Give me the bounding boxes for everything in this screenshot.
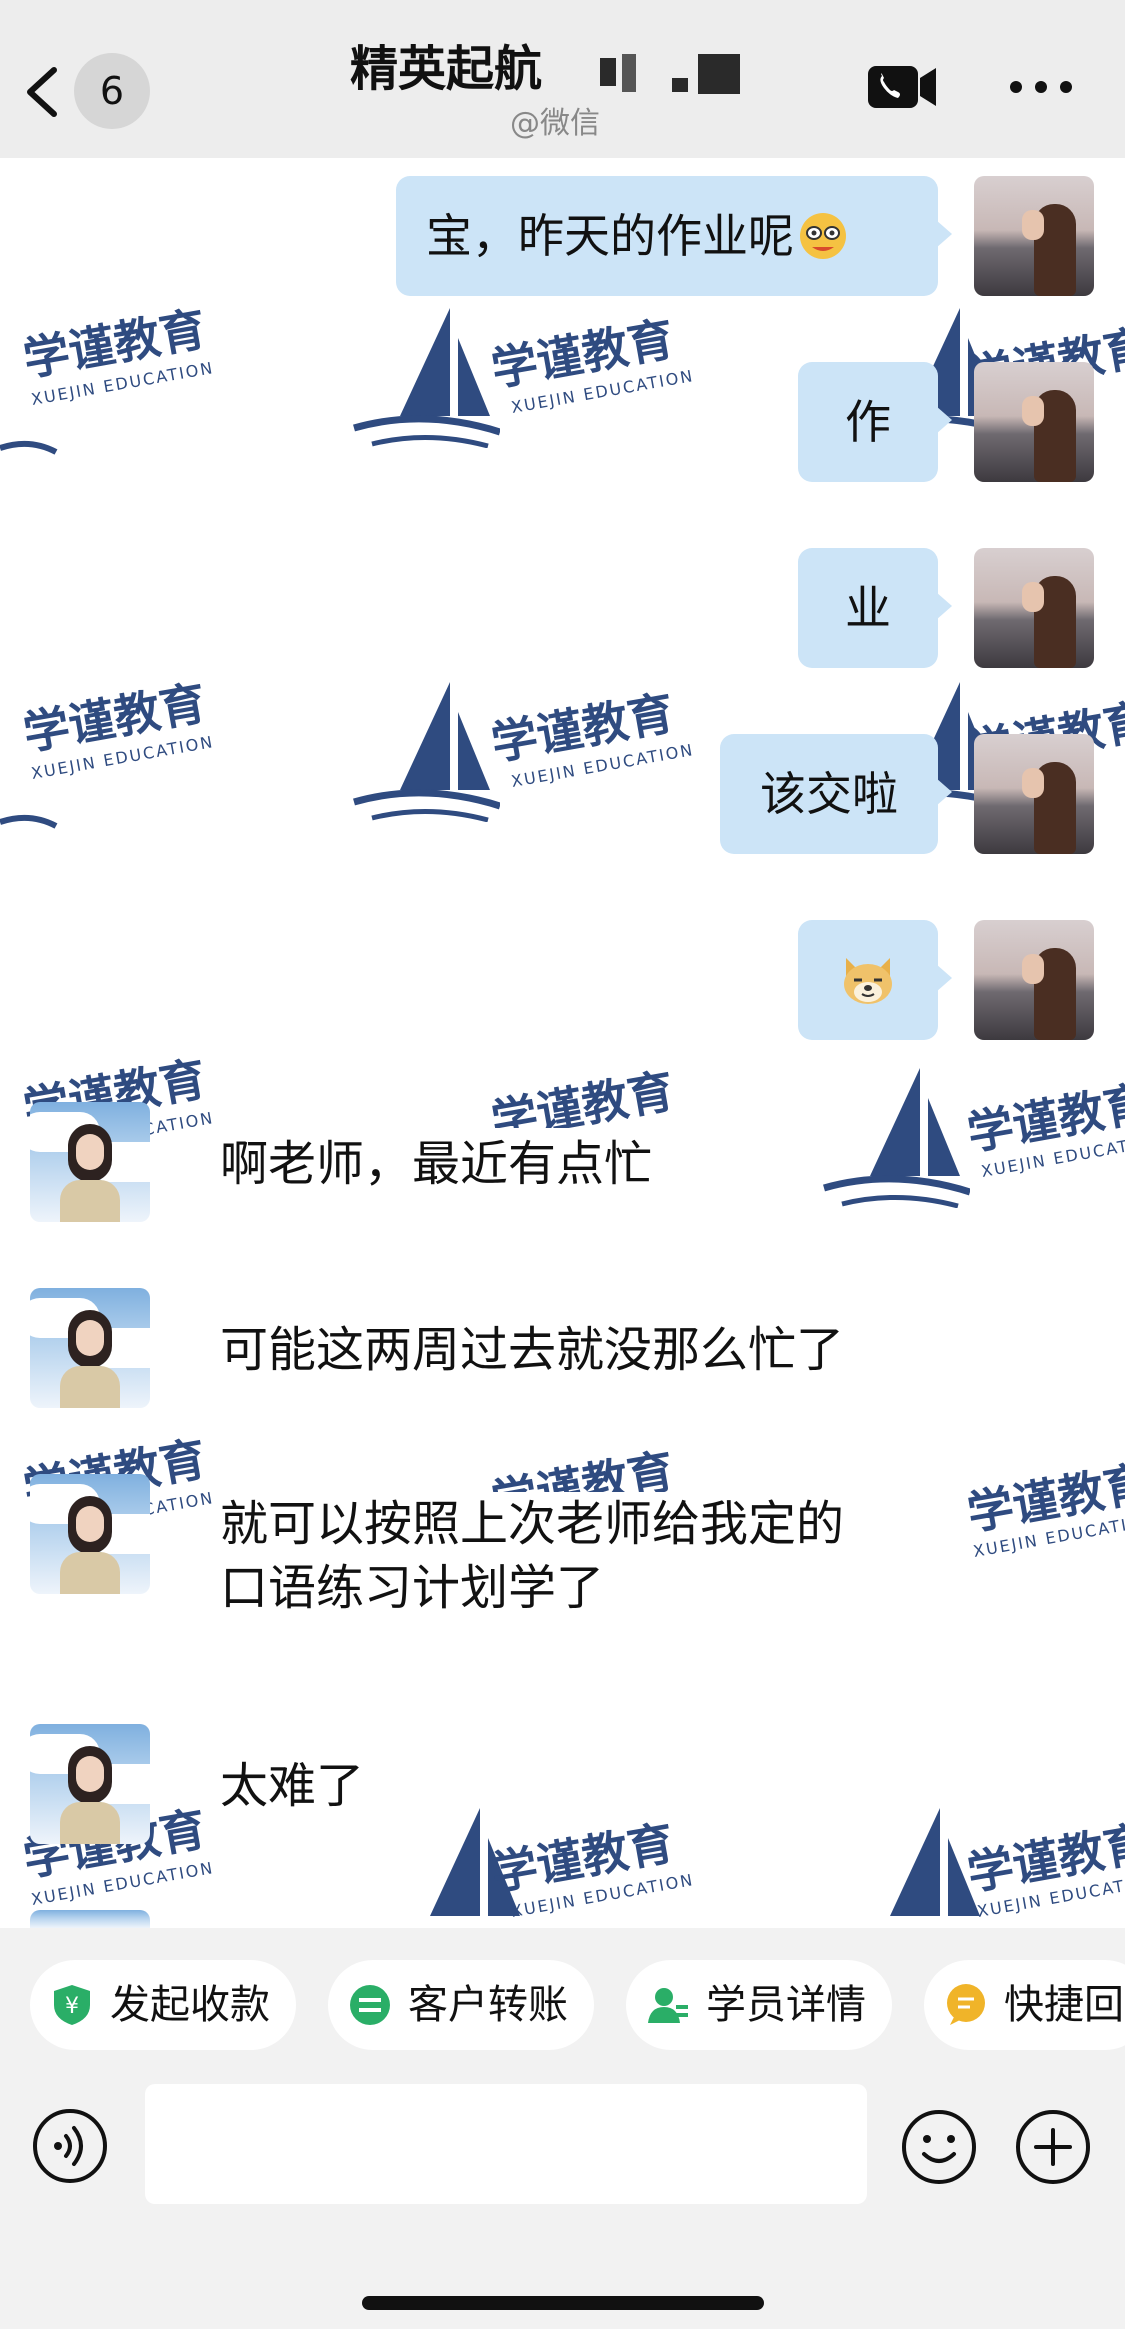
contact-avatar[interactable] xyxy=(30,1910,150,1928)
my-avatar[interactable] xyxy=(974,176,1094,296)
message-text[interactable]: 可能这两周过去就没那么忙了 xyxy=(220,1314,845,1386)
video-call-icon xyxy=(868,66,936,108)
chip-label: 客户转账 xyxy=(408,1982,568,2028)
message-out: 业 xyxy=(0,546,1125,670)
voice-icon xyxy=(33,2109,107,2183)
message-text[interactable]: 就可以按照上次老师给我定的 口语练习计划学了 xyxy=(220,1492,960,1620)
request-payment-chip[interactable]: ¥ 发起收款 xyxy=(30,1960,296,2050)
doge-emoji-icon xyxy=(844,958,892,1004)
my-avatar[interactable] xyxy=(974,548,1094,668)
more-dots-icon xyxy=(1010,81,1072,93)
chip-label: 快捷回 xyxy=(1004,1982,1124,2028)
contact-avatar[interactable] xyxy=(30,1724,150,1844)
quick-reply-chip[interactable]: 快捷回 xyxy=(924,1960,1125,2050)
transfer-icon xyxy=(348,1983,392,2027)
unread-count-badge[interactable]: 6 xyxy=(74,53,150,129)
message-bubble[interactable]: 宝，昨天的作业呢 xyxy=(396,176,952,296)
contact-avatar[interactable] xyxy=(30,1102,150,1222)
smirk-emoji-icon xyxy=(800,213,846,259)
chip-label: 发起收款 xyxy=(110,1982,270,2028)
plus-icon xyxy=(1016,2110,1090,2184)
my-avatar[interactable] xyxy=(974,734,1094,854)
message-input-bar xyxy=(0,2084,1125,2329)
payment-shield-icon: ¥ xyxy=(50,1983,94,2027)
message-text: 作 xyxy=(845,395,891,449)
student-details-chip[interactable]: 学员详情 xyxy=(626,1960,892,2050)
message-out xyxy=(0,918,1125,1042)
smiley-icon xyxy=(902,2110,976,2184)
message-text[interactable]: 太难了 xyxy=(220,1750,365,1822)
student-icon xyxy=(646,1983,690,2027)
message-text: 宝，昨天的作业呢 xyxy=(426,209,794,263)
chat-title: 精英起航 xyxy=(350,41,543,97)
my-avatar[interactable] xyxy=(974,362,1094,482)
contact-avatar[interactable] xyxy=(30,1288,150,1408)
message-out: 作 xyxy=(0,360,1125,484)
more-functions-button[interactable] xyxy=(1014,2108,1092,2186)
message-in: 太难了 xyxy=(0,1722,1125,1846)
redaction-block xyxy=(698,54,740,94)
message-bubble[interactable]: 业 xyxy=(798,548,952,668)
customer-transfer-chip[interactable]: 客户转账 xyxy=(328,1960,594,2050)
chat-subtitle: @微信 xyxy=(510,106,600,141)
svg-text:¥: ¥ xyxy=(65,1994,79,2019)
message-text: 该交啦 xyxy=(760,767,898,821)
back-button[interactable] xyxy=(22,64,62,120)
message-line: 口语练习计划学了 xyxy=(220,1560,605,1616)
message-line: 就可以按照上次老师给我定的 xyxy=(220,1496,845,1552)
contact-avatar[interactable] xyxy=(30,1474,150,1594)
message-in: 就可以按照上次老师给我定的 口语练习计划学了 xyxy=(0,1472,1125,1662)
quick-reply-icon xyxy=(944,1983,988,2027)
message-text: 业 xyxy=(845,581,891,635)
video-call-button[interactable] xyxy=(866,62,938,112)
message-text[interactable]: 啊老师，最近有点忙 xyxy=(220,1128,653,1200)
message-input[interactable] xyxy=(145,2084,867,2204)
redaction-block xyxy=(600,58,616,86)
my-avatar[interactable] xyxy=(974,920,1094,1040)
chevron-left-icon xyxy=(27,67,57,117)
redaction-block xyxy=(672,78,688,92)
message-out: 该交啦 xyxy=(0,732,1125,856)
emoji-button[interactable] xyxy=(900,2108,978,2186)
message-in: 啊老师，最近有点忙 xyxy=(0,1100,1125,1224)
chip-label: 学员详情 xyxy=(706,1982,866,2028)
redaction-block xyxy=(622,54,636,92)
chat-header: 6 精英起航 @微信 xyxy=(0,0,1125,158)
home-indicator[interactable] xyxy=(362,2296,764,2310)
more-options-button[interactable] xyxy=(1006,72,1076,102)
quick-actions-bar: ¥ 发起收款 客户转账 学员详情 快捷回 xyxy=(0,1928,1125,2084)
message-out: 宝，昨天的作业呢 xyxy=(0,174,1125,298)
message-in: 可能这两周过去就没那么忙了 xyxy=(0,1286,1125,1410)
message-bubble[interactable]: 作 xyxy=(798,362,952,482)
chat-messages-area[interactable]: 学谨教育 XUEJIN EDUCATION 学谨教育 XUEJIN EDUCAT… xyxy=(0,158,1125,1928)
voice-input-button[interactable] xyxy=(32,2108,108,2184)
message-bubble[interactable] xyxy=(798,920,952,1040)
chat-title-area[interactable]: 精英起航 xyxy=(350,34,800,104)
message-bubble[interactable]: 该交啦 xyxy=(720,734,952,854)
